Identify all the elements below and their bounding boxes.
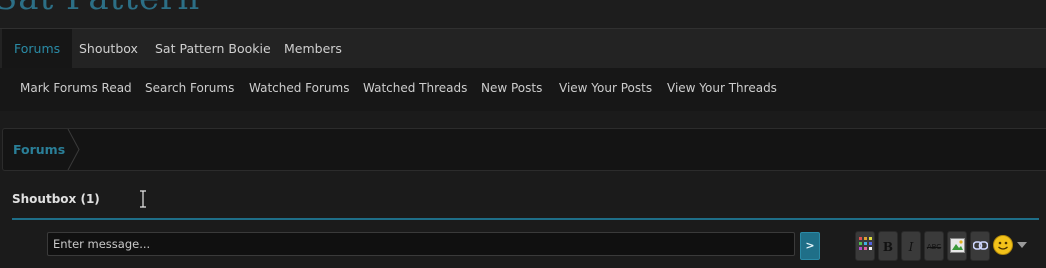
tab-members[interactable]: Members [272,29,354,68]
main-nav: Forums Shoutbox Sat Pattern Bookie Membe… [0,28,1046,69]
insert-image-icon [950,238,965,253]
watched-forums-link[interactable]: Watched Forums [249,68,349,111]
breadcrumb: Forums [2,128,1046,171]
insert-link-icon [973,241,988,250]
insert-link-button[interactable] [970,231,990,261]
breadcrumb-forums[interactable]: Forums [13,129,65,170]
insert-image-button[interactable] [947,231,967,261]
tab-forums[interactable]: Forums [2,29,73,68]
shoutbox-send-button[interactable]: > [800,232,820,260]
shoutbox-message-input[interactable] [47,232,795,256]
view-your-threads-link[interactable]: View Your Threads [667,68,777,111]
italic-button[interactable]: I [901,231,921,261]
view-your-posts-link[interactable]: View Your Posts [559,68,652,111]
forums-subnav: Mark Forums Read Search Forums Watched F… [0,68,1046,111]
strikethrough-icon: ABC [926,243,942,251]
breadcrumb-separator [67,129,80,170]
watched-threads-link[interactable]: Watched Threads [363,68,467,111]
site-header: Sat Pattern [0,0,1046,28]
strikethrough-button[interactable]: ABC [924,231,944,261]
tab-shoutbox[interactable]: Shoutbox [67,29,150,68]
new-posts-link[interactable]: New Posts [481,68,542,111]
mark-forums-read-link[interactable]: Mark Forums Read [20,68,132,111]
bold-icon: B [882,240,894,254]
color-palette-button[interactable] [855,231,875,261]
shoutbox-title: Shoutbox (1) [12,192,100,206]
italic-icon: I [908,240,914,254]
tab-sat-pattern-bookie[interactable]: Sat Pattern Bookie [143,29,283,68]
site-logo[interactable]: Sat Pattern [0,0,200,18]
search-forums-link[interactable]: Search Forums [145,68,234,111]
bold-button[interactable]: B [878,231,898,261]
text-cursor-icon [140,190,146,208]
color-palette-icon [859,237,872,250]
smiley-dropdown-chevron-icon[interactable] [1017,242,1027,248]
smiley-icon[interactable] [992,234,1014,256]
shoutbox-divider [12,218,1039,220]
